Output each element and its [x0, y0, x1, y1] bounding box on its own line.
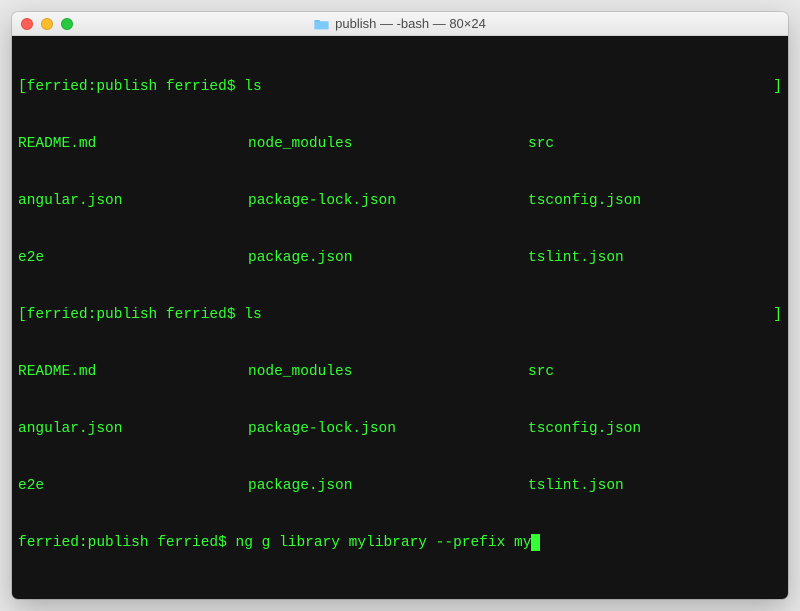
ls-output-row: README.mdnode_modulessrc	[18, 363, 782, 382]
current-prompt-line: ferried:publish ferried$ ng g library my…	[18, 534, 782, 553]
command-text: ls	[244, 79, 261, 95]
ls-output-row: angular.jsonpackage-lock.jsontsconfig.js…	[18, 192, 782, 211]
cursor-icon	[531, 534, 540, 551]
prompt-line-1: [ferried:publish ferried$ ls]	[18, 78, 782, 97]
folder-icon	[314, 18, 329, 30]
titlebar[interactable]: publish — -bash — 80×24	[12, 12, 788, 36]
ls-output-row: e2epackage.jsontslint.json	[18, 477, 782, 496]
terminal-window: publish — -bash — 80×24 [ferried:publish…	[12, 12, 788, 599]
traffic-lights	[21, 18, 73, 30]
terminal-body[interactable]: [ferried:publish ferried$ ls] README.mdn…	[12, 36, 788, 599]
ls-output-row: e2epackage.jsontslint.json	[18, 249, 782, 268]
ls-output-row: angular.jsonpackage-lock.jsontsconfig.js…	[18, 420, 782, 439]
title-wrap: publish — -bash — 80×24	[12, 16, 788, 31]
ls-output-row: README.mdnode_modulessrc	[18, 135, 782, 154]
minimize-icon[interactable]	[41, 18, 53, 30]
close-icon[interactable]	[21, 18, 33, 30]
window-title: publish — -bash — 80×24	[335, 16, 486, 31]
command-text: ls	[244, 307, 261, 323]
maximize-icon[interactable]	[61, 18, 73, 30]
prompt-line-2: [ferried:publish ferried$ ls]	[18, 306, 782, 325]
current-command: ng g library mylibrary --prefix my	[236, 535, 532, 551]
